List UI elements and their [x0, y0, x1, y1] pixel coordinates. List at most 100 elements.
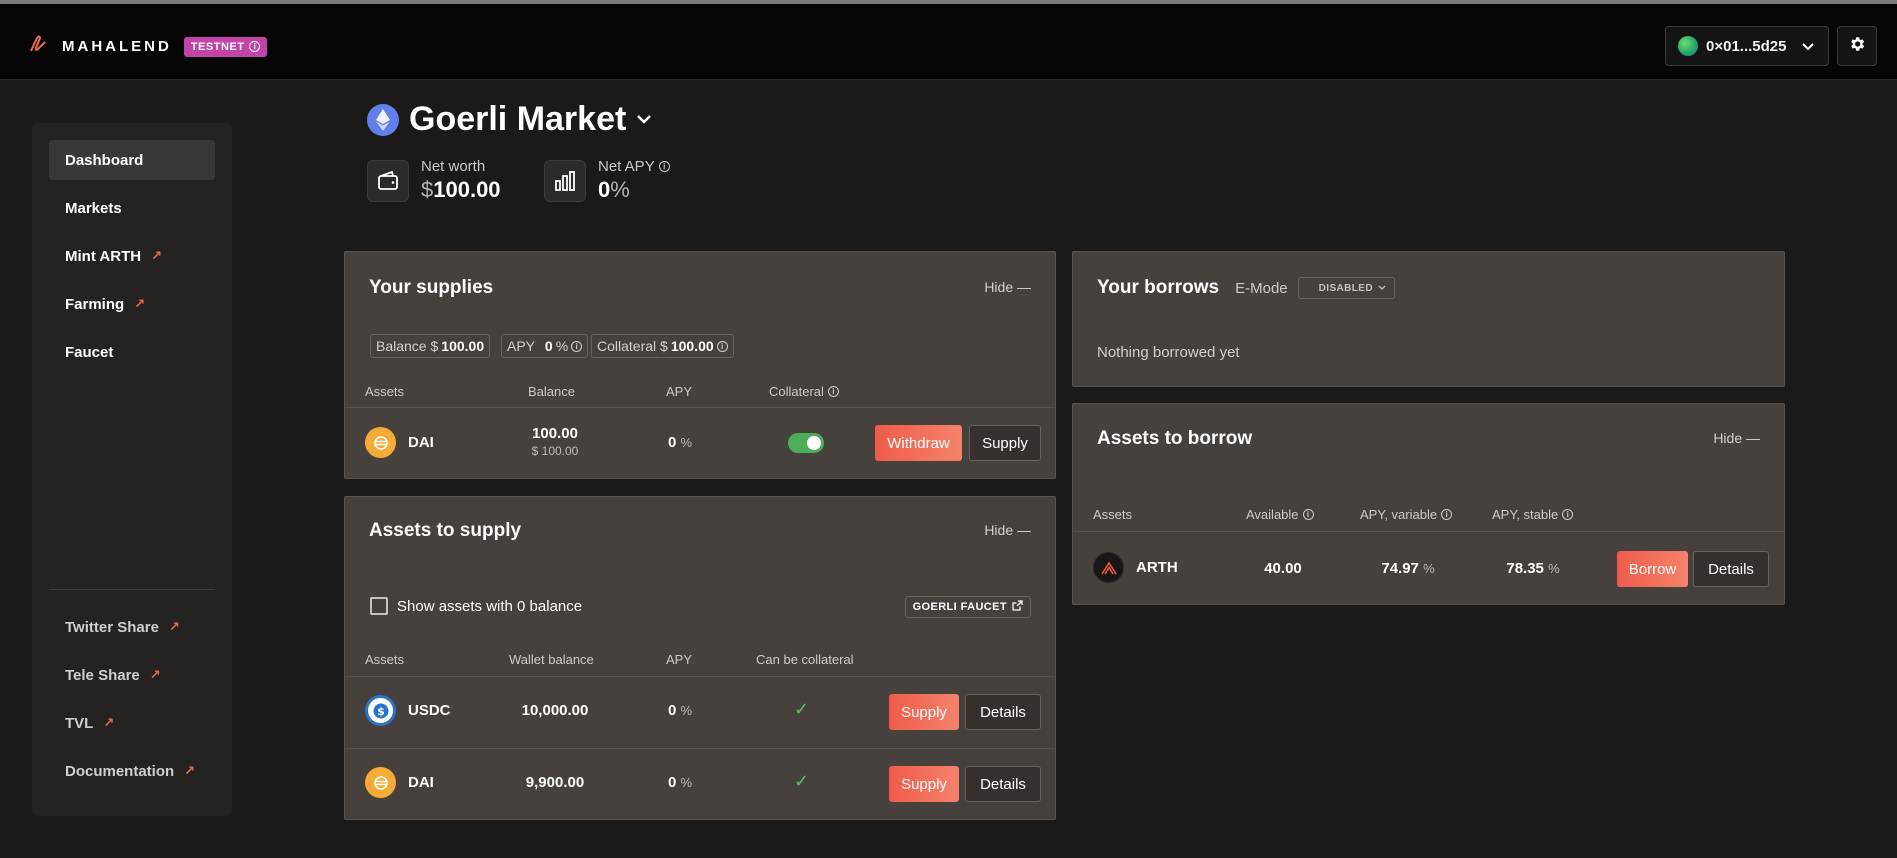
wallet-balance-cell: 10,000.00 — [521, 702, 589, 719]
external-link-icon — [1012, 600, 1023, 614]
balance-value: 100.00 — [532, 425, 578, 442]
emode-selector[interactable]: DISABLED — [1297, 277, 1395, 299]
sidebar-item-label: TVL — [65, 714, 94, 732]
brand[interactable]: MAHALEND TESTNET i — [28, 34, 268, 59]
sidebar-item-farming[interactable]: Farming ↗ — [49, 284, 215, 324]
collateral-toggle[interactable] — [788, 433, 824, 453]
net-apy-unit: % — [610, 177, 630, 202]
supply-button[interactable]: Supply — [969, 425, 1041, 461]
chip-value: 100.00 — [441, 338, 485, 354]
apy-unit: % — [680, 703, 693, 718]
apy-unit: % — [680, 435, 693, 450]
asset-label: DAI — [408, 774, 434, 791]
testnet-label: TESTNET — [190, 40, 245, 53]
info-icon[interactable]: i — [1441, 509, 1453, 520]
assets-to-borrow-panel: Assets to borrow Hide — Assets Available… — [1072, 403, 1785, 605]
sidebar-item-label: Dashboard — [65, 151, 144, 169]
chevron-down-icon — [1378, 283, 1386, 294]
avatar — [1678, 36, 1698, 56]
sidebar-item-twitter-share[interactable]: Twitter Share ↗ — [49, 607, 215, 647]
table-row-asset[interactable]: ARTH — [1093, 552, 1178, 583]
dai-coin-icon — [365, 767, 396, 798]
chevron-down-icon — [636, 111, 652, 129]
apy-stable-value: 78.35 — [1506, 560, 1544, 577]
sidebar-item-documentation[interactable]: Documentation ↗ — [49, 751, 215, 791]
net-apy-value-wrap: 0% — [598, 177, 670, 203]
withdraw-button[interactable]: Withdraw — [875, 425, 962, 461]
column-header-available: Available i — [1246, 507, 1314, 522]
show-zero-balance-toggle[interactable]: Show assets with 0 balance — [370, 597, 582, 615]
column-header: APY — [666, 652, 693, 667]
sidebar-item-tvl[interactable]: TVL ↗ — [49, 703, 215, 743]
sidebar-divider — [49, 589, 215, 590]
sidebar-item-label: Twitter Share — [65, 618, 159, 636]
column-header-label: Collateral — [769, 384, 824, 399]
wallet-button[interactable]: 0×01...5d25 — [1665, 26, 1829, 66]
hide-button[interactable]: Hide — — [984, 279, 1031, 295]
sidebar-item-label: Documentation — [65, 762, 175, 780]
checkbox[interactable] — [370, 597, 388, 615]
column-header-collateral: Collateral i — [769, 384, 839, 399]
panel-title: Your borrows — [1097, 277, 1220, 298]
usdc-coin-icon: $ — [365, 695, 396, 726]
chip-value: 0 — [544, 338, 553, 354]
external-arrow-icon: ↗ — [149, 667, 161, 682]
net-worth-value-wrap: $100.00 — [421, 177, 501, 203]
details-button[interactable]: Details — [965, 694, 1041, 730]
page-title: Goerli Market — [409, 100, 627, 138]
hide-button[interactable]: Hide — — [1713, 430, 1760, 446]
info-icon[interactable]: i — [1302, 509, 1314, 520]
asset-label: ARTH — [1136, 559, 1178, 576]
borrow-button[interactable]: Borrow — [1617, 551, 1688, 587]
sidebar-item-label: Faucet — [65, 343, 114, 361]
supply-button[interactable]: Supply — [889, 766, 959, 802]
info-icon[interactable]: i — [571, 340, 583, 352]
your-supplies-panel: Your supplies Hide — Balance $100.00 APY… — [344, 251, 1056, 479]
table-row-asset[interactable]: DAI — [365, 767, 434, 798]
info-icon[interactable]: i — [716, 340, 728, 352]
your-borrows-panel: Your borrows E-Mode DISABLED Nothing bor… — [1072, 251, 1785, 387]
balance-usd: $ 100.00 — [531, 444, 579, 458]
table-row-asset[interactable]: $ USDC — [365, 695, 451, 726]
column-header: Assets — [365, 652, 405, 667]
sidebar-item-label: Farming — [65, 295, 125, 313]
gear-icon — [1848, 35, 1866, 58]
table-row-asset[interactable]: DAI — [365, 427, 434, 458]
apy-cell: 0 % — [645, 774, 715, 791]
column-header-apy-stable: APY, stable i — [1492, 507, 1574, 522]
details-button[interactable]: Details — [965, 766, 1041, 802]
settings-button[interactable] — [1837, 26, 1877, 66]
sidebar-item-faucet[interactable]: Faucet — [49, 332, 215, 372]
chart-bars-icon — [544, 159, 586, 202]
apy-unit: % — [1423, 561, 1435, 576]
panel-title: Your supplies — [369, 277, 494, 298]
sidebar-item-mint-arth[interactable]: Mint ARTH ↗ — [49, 236, 215, 276]
external-arrow-icon: ↗ — [184, 763, 196, 778]
info-icon[interactable]: i — [827, 386, 839, 397]
goerli-faucet-button[interactable]: GOERLI FAUCET — [904, 596, 1031, 618]
sidebar-item-tele-share[interactable]: Tele Share ↗ — [49, 655, 215, 695]
apy-unit: % — [680, 775, 693, 790]
balance-chip: Balance $100.00 — [370, 334, 491, 358]
testnet-badge[interactable]: TESTNET i — [183, 36, 268, 57]
column-header: Assets — [1093, 507, 1133, 522]
checkmark-icon: ✓ — [794, 771, 810, 791]
apy-value: 0 — [667, 774, 677, 791]
sidebar-item-markets[interactable]: Markets — [49, 188, 215, 228]
market-selector[interactable]: Goerli Market — [367, 100, 652, 139]
chip-label: APY — [507, 338, 536, 354]
chip-label: Collateral $ — [597, 338, 668, 354]
balance-cell: 100.00 $ 100.00 — [495, 425, 615, 458]
row-divider — [1073, 531, 1784, 532]
wallet-icon — [367, 159, 409, 202]
sidebar-item-dashboard[interactable]: Dashboard — [49, 140, 215, 180]
net-apy-value: 0 — [598, 177, 611, 202]
net-worth-currency: $ — [421, 177, 434, 202]
supply-button[interactable]: Supply — [889, 694, 959, 730]
svg-text:$: $ — [377, 705, 385, 718]
details-button[interactable]: Details — [1693, 551, 1769, 587]
info-icon[interactable]: i — [658, 161, 670, 172]
info-icon[interactable]: i — [1562, 509, 1574, 520]
faucet-label: GOERLI FAUCET — [912, 601, 1007, 613]
hide-button[interactable]: Hide — — [984, 522, 1031, 538]
